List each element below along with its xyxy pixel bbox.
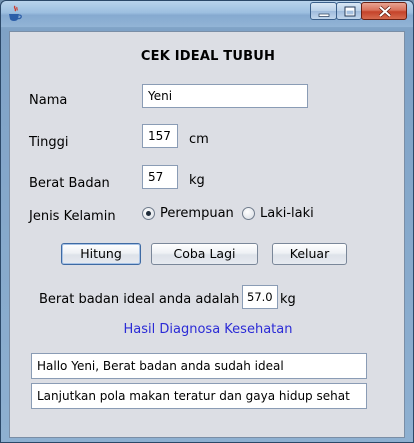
keluar-button[interactable]: Keluar — [272, 243, 347, 265]
java-cup-icon — [7, 5, 23, 22]
berat-input[interactable]: 57 — [142, 165, 178, 189]
page-title: CEK IDEAL TUBUH — [140, 49, 276, 64]
tinggi-label: Tinggi — [29, 135, 69, 150]
title-bar[interactable] — [1, 1, 413, 27]
tinggi-input[interactable]: 157 — [142, 124, 178, 148]
close-button[interactable] — [361, 2, 407, 20]
coba-lagi-button[interactable]: Coba Lagi — [151, 243, 258, 265]
minimize-button[interactable] — [310, 2, 337, 20]
maximize-button[interactable] — [336, 2, 362, 20]
form-panel: CEK IDEAL TUBUH Nama Yeni Tinggi 157 cm … — [9, 31, 405, 438]
gender-label: Jenis Kelamin — [29, 209, 116, 224]
ideal-weight-label: Berat badan ideal anda adalah — [39, 292, 240, 307]
ideal-weight-output: 57.0 — [242, 285, 278, 309]
nama-input[interactable]: Yeni — [142, 84, 308, 108]
berat-label: Berat Badan — [29, 176, 110, 191]
radio-selected-dot — [146, 211, 151, 216]
radio-laki-laki-label[interactable]: Laki-laki — [260, 206, 314, 221]
nama-label: Nama — [29, 93, 68, 108]
diagnosis-message-1: Hallo Yeni, Berat badan anda sudah ideal — [31, 353, 367, 379]
diagnosis-message-2: Lanjutkan pola makan teratur dan gaya hi… — [31, 383, 367, 409]
app-window: CEK IDEAL TUBUH Nama Yeni Tinggi 157 cm … — [0, 0, 414, 443]
radio-perempuan-label[interactable]: Perempuan — [160, 206, 234, 221]
tinggi-unit: cm — [189, 132, 209, 147]
close-icon — [378, 5, 392, 18]
ideal-weight-unit: kg — [280, 292, 296, 307]
minimize-icon — [318, 13, 330, 17]
maximize-icon — [344, 6, 356, 17]
radio-laki-laki[interactable] — [242, 207, 255, 220]
hitung-button[interactable]: Hitung — [61, 243, 141, 265]
radio-perempuan[interactable] — [142, 207, 155, 220]
diagnosis-heading: Hasil Diagnosa Kesehatan — [123, 322, 293, 337]
berat-unit: kg — [189, 173, 205, 188]
